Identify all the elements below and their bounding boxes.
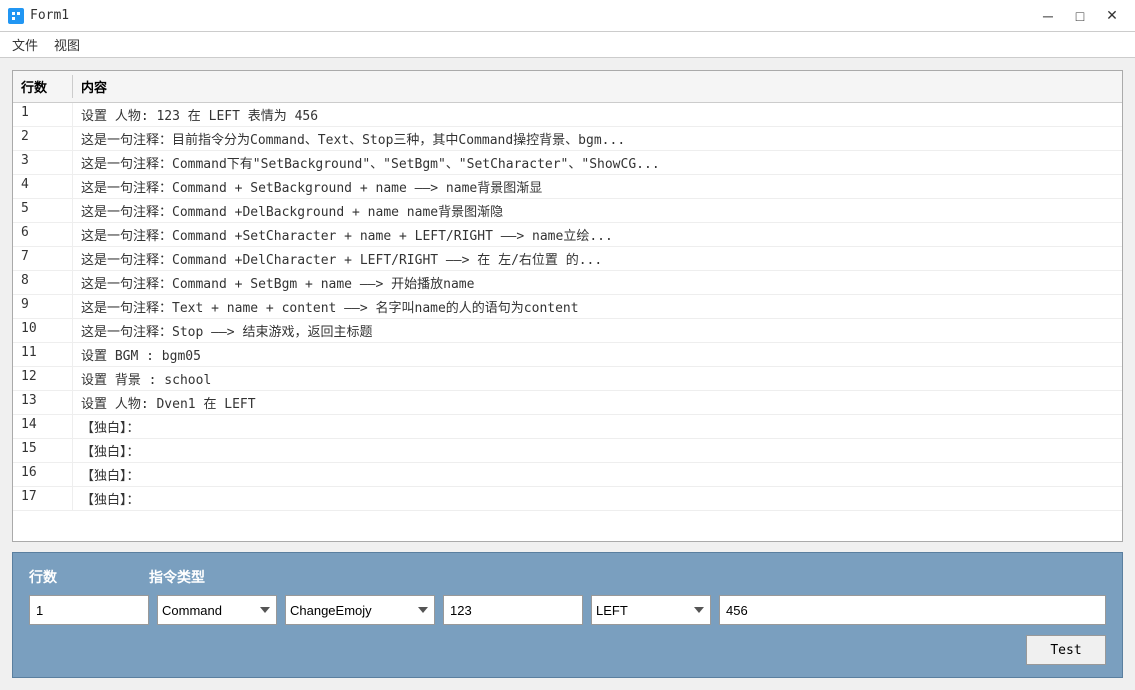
table-row[interactable]: 8这是一句注释：Command + SetBgm + name ——> 开始播放…: [13, 271, 1122, 295]
position-select[interactable]: LEFTRIGHTCENTER: [591, 595, 711, 625]
table-row[interactable]: 6这是一句注释：Command +SetCharacter + name + L…: [13, 223, 1122, 247]
table-row[interactable]: 13设置 人物: Dven1 在 LEFT: [13, 391, 1122, 415]
cell-content: 这是一句注释：Text + name + content ——> 名字叫name…: [73, 295, 1122, 318]
command-select[interactable]: CommandTextStop: [157, 595, 277, 625]
cell-content: 设置 人物: Dven1 在 LEFT: [73, 391, 1122, 414]
header-content: 内容: [73, 75, 1122, 98]
cell-lineno: 10: [13, 319, 73, 342]
menu-view[interactable]: 视图: [46, 33, 88, 56]
cell-content: 这是一句注释：Stop ——> 结束游戏，返回主标题: [73, 319, 1122, 342]
table-body[interactable]: 1设置 人物: 123 在 LEFT 表情为 4562这是一句注释：目前指令分为…: [13, 103, 1122, 541]
cell-lineno: 6: [13, 223, 73, 246]
table-row[interactable]: 15【独白】：: [13, 439, 1122, 463]
cell-lineno: 14: [13, 415, 73, 438]
table-row[interactable]: 3这是一句注释：Command下有"SetBackground"、"SetBgm…: [13, 151, 1122, 175]
table-row[interactable]: 14【独白】：: [13, 415, 1122, 439]
title-bar: Form1 ─ □ ✕: [0, 0, 1135, 32]
bottom-panel: 行数 指令类型 CommandTextStop ChangeEmojySetBa…: [12, 552, 1123, 678]
table-row[interactable]: 5这是一句注释：Command +DelBackground + name na…: [13, 199, 1122, 223]
cell-content: 【独白】：: [73, 463, 1122, 486]
cell-lineno: 15: [13, 439, 73, 462]
bottom-actions: Test: [29, 635, 1106, 665]
table-row[interactable]: 7这是一句注释：Command +DelCharacter + LEFT/RIG…: [13, 247, 1122, 271]
cell-content: 设置 背景 : school: [73, 367, 1122, 390]
cell-lineno: 2: [13, 127, 73, 150]
cell-content: 【独白】：: [73, 415, 1122, 438]
cell-lineno: 8: [13, 271, 73, 294]
param1-input[interactable]: [443, 595, 583, 625]
table-row[interactable]: 17【独白】：: [13, 487, 1122, 511]
close-button[interactable]: ✕: [1097, 4, 1127, 28]
cell-lineno: 11: [13, 343, 73, 366]
lineno-label: 行数: [29, 567, 149, 587]
lineno-input[interactable]: [29, 595, 149, 625]
cell-content: 设置 BGM : bgm05: [73, 343, 1122, 366]
test-button[interactable]: Test: [1026, 635, 1106, 665]
cell-content: 这是一句注释：Command +DelBackground + name nam…: [73, 199, 1122, 222]
cell-content: 这是一句注释：Command +SetCharacter + name + LE…: [73, 223, 1122, 246]
table-row[interactable]: 12设置 背景 : school: [13, 367, 1122, 391]
cmdtype-label: 指令类型: [149, 567, 349, 587]
cell-lineno: 16: [13, 463, 73, 486]
cell-content: 设置 人物: 123 在 LEFT 表情为 456: [73, 103, 1122, 126]
cell-lineno: 7: [13, 247, 73, 270]
cell-lineno: 5: [13, 199, 73, 222]
cell-content: 这是一句注释：Command + SetBackground + name ——…: [73, 175, 1122, 198]
cell-content: 【独白】：: [73, 487, 1122, 510]
table-row[interactable]: 2这是一句注释：目前指令分为Command、Text、Stop三种，其中Comm…: [13, 127, 1122, 151]
bottom-labels: 行数 指令类型: [29, 567, 1106, 587]
cell-lineno: 13: [13, 391, 73, 414]
param2-input[interactable]: [719, 595, 1106, 625]
cell-content: 这是一句注释：Command +DelCharacter + LEFT/RIGH…: [73, 247, 1122, 270]
cell-lineno: 3: [13, 151, 73, 174]
cell-content: 这是一句注释：Command + SetBgm + name ——> 开始播放n…: [73, 271, 1122, 294]
table-row[interactable]: 1设置 人物: 123 在 LEFT 表情为 456: [13, 103, 1122, 127]
menu-file[interactable]: 文件: [4, 33, 46, 56]
table-header: 行数 内容: [13, 71, 1122, 103]
header-lineno: 行数: [13, 75, 73, 98]
cell-lineno: 9: [13, 295, 73, 318]
minimize-button[interactable]: ─: [1033, 4, 1063, 28]
cell-lineno: 4: [13, 175, 73, 198]
main-content: 行数 内容 1设置 人物: 123 在 LEFT 表情为 4562这是一句注释：…: [0, 58, 1135, 690]
cell-lineno: 17: [13, 487, 73, 510]
cell-content: 这是一句注释：Command下有"SetBackground"、"SetBgm"…: [73, 151, 1122, 174]
table-row[interactable]: 4这是一句注释：Command + SetBackground + name —…: [13, 175, 1122, 199]
maximize-button[interactable]: □: [1065, 4, 1095, 28]
menu-bar: 文件 视图: [0, 32, 1135, 58]
table-row[interactable]: 16【独白】：: [13, 463, 1122, 487]
cell-lineno: 12: [13, 367, 73, 390]
table-container: 行数 内容 1设置 人物: 123 在 LEFT 表情为 4562这是一句注释：…: [12, 70, 1123, 542]
table-row[interactable]: 10这是一句注释：Stop ——> 结束游戏，返回主标题: [13, 319, 1122, 343]
window-title: Form1: [30, 8, 1027, 23]
cell-lineno: 1: [13, 103, 73, 126]
cell-content: 这是一句注释：目前指令分为Command、Text、Stop三种，其中Comma…: [73, 127, 1122, 150]
table-row[interactable]: 9这是一句注释：Text + name + content ——> 名字叫nam…: [13, 295, 1122, 319]
subcommand-select[interactable]: ChangeEmojySetBackgroundSetBgmSetCharact…: [285, 595, 435, 625]
cell-content: 【独白】：: [73, 439, 1122, 462]
table-row[interactable]: 11设置 BGM : bgm05: [13, 343, 1122, 367]
bottom-inputs: CommandTextStop ChangeEmojySetBackground…: [29, 595, 1106, 625]
app-icon: [8, 8, 24, 24]
window-controls: ─ □ ✕: [1033, 4, 1127, 28]
